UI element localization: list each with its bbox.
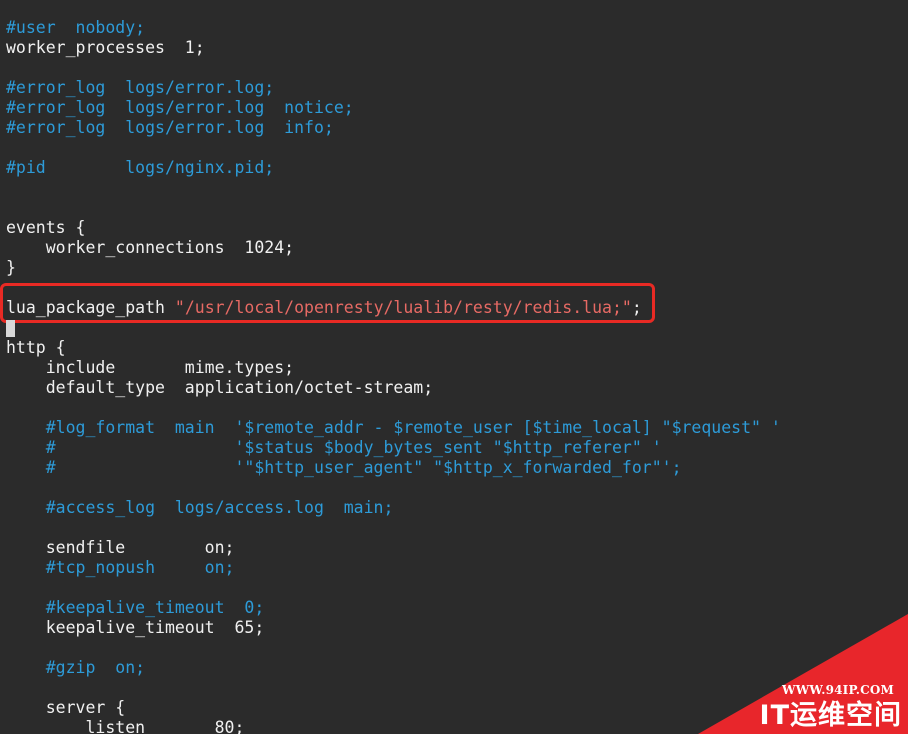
code-line: include mime.types; <box>6 358 781 378</box>
code-token: server { <box>6 698 126 717</box>
code-token: events { <box>6 218 86 237</box>
code-line: #access_log logs/access.log main; <box>6 498 781 518</box>
code-token: keepalive_timeout 65; <box>6 618 265 637</box>
code-line: #error_log logs/error.log info; <box>6 118 781 138</box>
code-token: #user nobody; <box>6 18 146 37</box>
watermark-name: IT运维空间 <box>759 700 902 731</box>
code-token: listen 80; <box>6 718 245 734</box>
code-line: #log_format main '$remote_addr - $remote… <box>6 418 781 438</box>
code-line: default_type application/octet-stream; <box>6 378 781 398</box>
code-token: default_type application/octet-stream; <box>6 378 434 397</box>
code-line: # '"$http_user_agent" "$http_x_forwarded… <box>6 458 781 478</box>
code-line: events { <box>6 218 781 238</box>
code-line: worker_processes 1; <box>6 38 781 58</box>
code-token: #keepalive_timeout 0; <box>6 598 265 617</box>
watermark: WWW.94IP.COM IT运维空间 <box>678 614 908 734</box>
code-token: #log_format main '$remote_addr - $remote… <box>6 418 781 437</box>
code-line: #tcp_nopush on; <box>6 558 781 578</box>
code-line: #user nobody; <box>6 18 781 38</box>
code-token: # '$status $body_bytes_sent "$http_refer… <box>6 438 662 457</box>
highlight-annotation-box <box>0 283 655 323</box>
code-line: worker_connections 1024; <box>6 238 781 258</box>
code-line: http { <box>6 338 781 358</box>
code-token: #error_log logs/error.log notice; <box>6 98 354 117</box>
code-line: server { <box>6 698 781 718</box>
code-line: keepalive_timeout 65; <box>6 618 781 638</box>
code-line: #pid logs/nginx.pid; <box>6 158 781 178</box>
code-line: #keepalive_timeout 0; <box>6 598 781 618</box>
code-token: worker_processes 1; <box>6 38 205 57</box>
code-token: #error_log logs/error.log info; <box>6 118 334 137</box>
code-token: #error_log logs/error.log; <box>6 78 275 97</box>
code-token: #pid logs/nginx.pid; <box>6 158 275 177</box>
code-token: #gzip on; <box>6 658 146 677</box>
code-line: listen 80; <box>6 718 781 734</box>
code-line: #error_log logs/error.log notice; <box>6 98 781 118</box>
code-line: #error_log logs/error.log; <box>6 78 781 98</box>
code-token: include mime.types; <box>6 358 295 377</box>
code-line: # '$status $body_bytes_sent "$http_refer… <box>6 438 781 458</box>
code-line: #gzip on; <box>6 658 781 678</box>
code-token: worker_connections 1024; <box>6 238 295 257</box>
code-token: #tcp_nopush on; <box>6 558 235 577</box>
code-token: } <box>6 258 16 277</box>
code-token: # '"$http_user_agent" "$http_x_forwarded… <box>6 458 682 477</box>
text-cursor <box>6 320 15 337</box>
code-token: http { <box>6 338 66 357</box>
code-line: } <box>6 258 781 278</box>
code-line: sendfile on; <box>6 538 781 558</box>
code-token: #access_log logs/access.log main; <box>6 498 394 517</box>
code-editor-content[interactable]: #user nobody; worker_processes 1; #error_… <box>6 18 781 734</box>
code-token: sendfile on; <box>6 538 235 557</box>
